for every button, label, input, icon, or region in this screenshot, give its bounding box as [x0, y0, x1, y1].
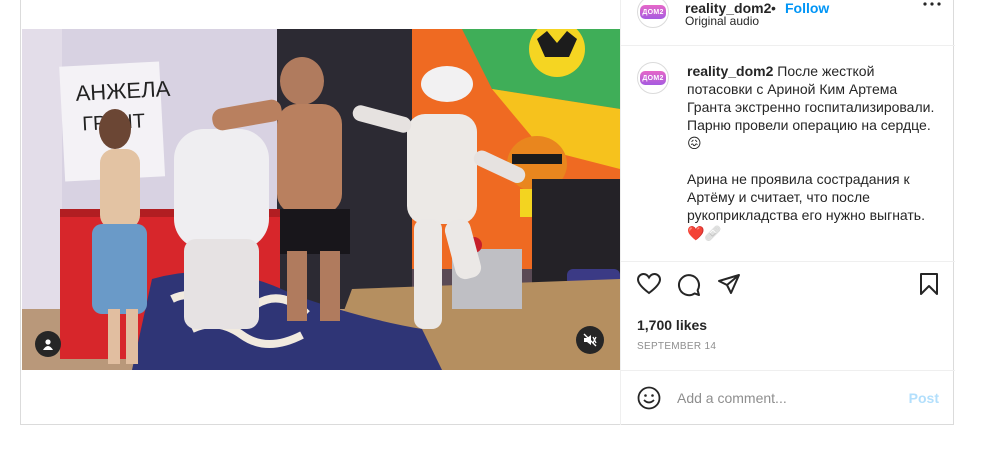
heart-icon[interactable]	[637, 273, 661, 295]
comment-bubble-icon[interactable]	[677, 273, 701, 297]
post-comment-button[interactable]: Post	[909, 390, 939, 406]
avatar-logo: ДОМ2	[640, 5, 666, 19]
likes-count[interactable]: 1,700 likes	[637, 317, 707, 333]
more-horizontal-icon[interactable]	[923, 2, 941, 6]
caption-section: ДОМ2 reality_dom2 После жесткой потасовк…	[621, 46, 955, 262]
post-video[interactable]: АНЖЕЛА ГРАНТ	[22, 29, 620, 370]
post-side-panel: ДОМ2 reality_dom2 • Follow Original audi…	[620, 0, 955, 425]
post-header: ДОМ2 reality_dom2 • Follow Original audi…	[621, 0, 955, 46]
header-separator: •	[771, 0, 776, 16]
avatar-logo: ДОМ2	[640, 71, 666, 85]
follow-button[interactable]: Follow	[785, 0, 829, 16]
sign-text-line1: АНЖЕЛА	[75, 76, 171, 106]
action-bar	[621, 265, 955, 305]
smiley-icon[interactable]	[637, 386, 661, 410]
add-comment-bar: Post	[621, 370, 955, 426]
author-avatar[interactable]: ДОМ2	[637, 0, 669, 28]
post-caption: reality_dom2 После жесткой потасовки с А…	[687, 62, 939, 242]
mute-toggle-button[interactable]	[576, 326, 604, 354]
tagged-users-button[interactable]	[35, 331, 61, 357]
speaker-muted-icon	[583, 333, 597, 347]
comment-input[interactable]	[677, 385, 897, 411]
video-frame: АНЖЕЛА ГРАНТ	[22, 29, 620, 370]
audio-link[interactable]: Original audio	[685, 14, 759, 28]
caption-author-avatar[interactable]: ДОМ2	[637, 62, 669, 94]
caption-username[interactable]: reality_dom2	[687, 63, 773, 79]
bookmark-icon[interactable]	[919, 273, 939, 295]
paper-plane-icon[interactable]	[717, 273, 741, 295]
instagram-post-card: АНЖЕЛА ГРАНТ	[20, 0, 955, 425]
user-tag-icon	[43, 339, 53, 350]
caption-paragraph-2: Арина не проявила сострадания к Артёму и…	[687, 171, 925, 241]
post-date[interactable]: SEPTEMBER 14	[637, 341, 716, 352]
